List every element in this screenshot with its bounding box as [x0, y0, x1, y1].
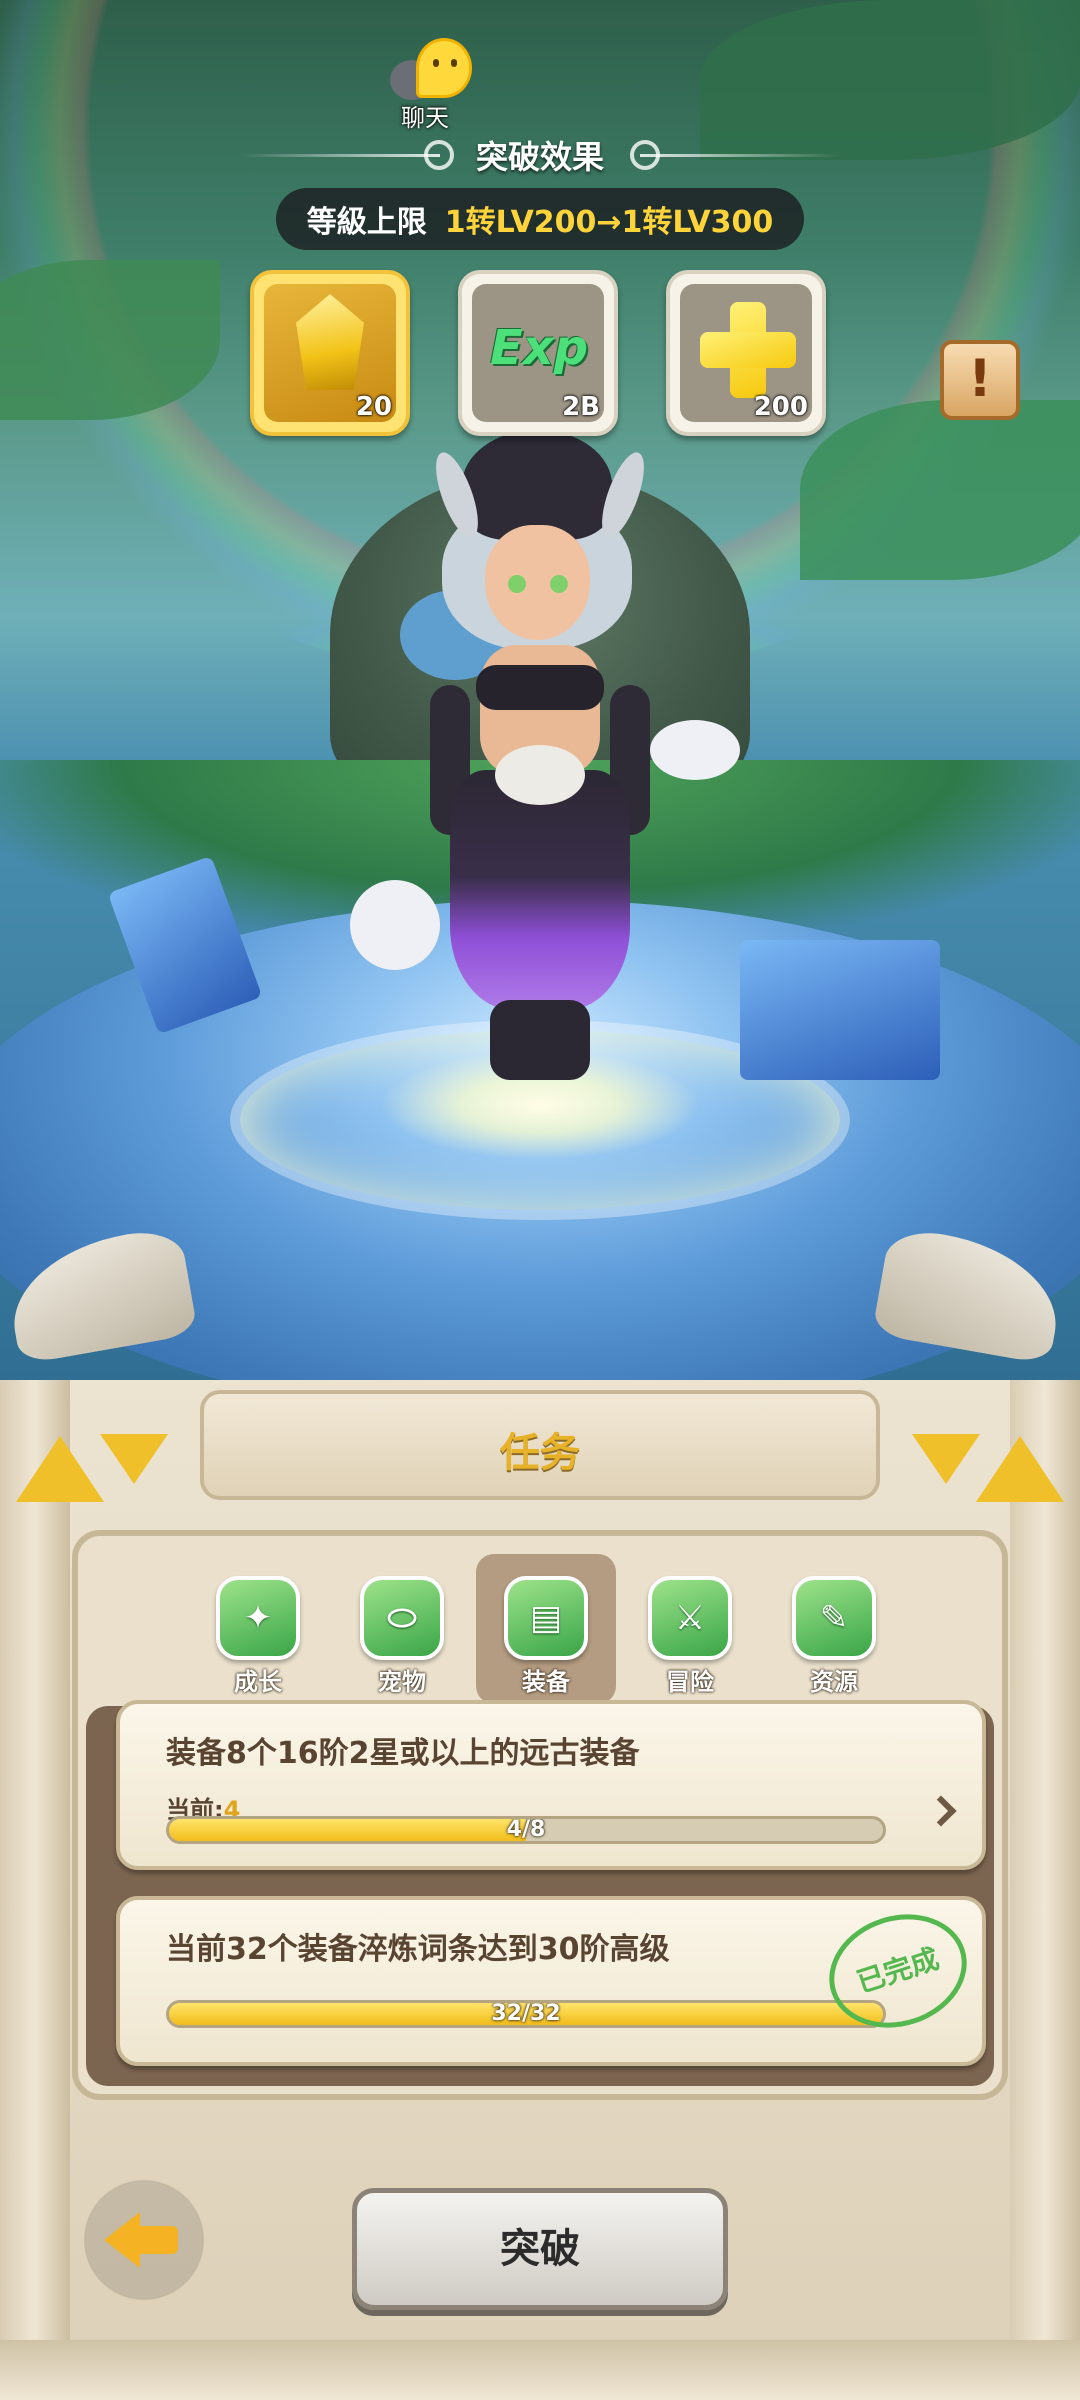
level-cap-value: 1转LV200→1转LV300 — [444, 205, 774, 240]
character-eye — [508, 575, 526, 593]
tab-resources[interactable]: ✎ 资源 — [764, 1554, 904, 1704]
tab-label: 装备 — [522, 1668, 570, 1696]
panel-pillar-right — [1010, 1380, 1080, 2400]
tab-label: 资源 — [810, 1668, 858, 1696]
bottom-frame — [0, 2340, 1080, 2400]
task-list: 装备8个16阶2星或以上的远古装备 当前:4 4/8 当前32个装备淬炼词条达到… — [86, 1700, 994, 2086]
progress-text: 4/8 — [506, 1817, 546, 1842]
reward-item[interactable]: 20 — [250, 270, 410, 436]
pet-icon: ⬭ — [360, 1576, 444, 1660]
reward-quantity: 20 — [355, 392, 392, 422]
tab-pet[interactable]: ⬭ 宠物 — [332, 1554, 472, 1704]
character-legs — [490, 1000, 590, 1080]
bone-mace — [350, 880, 440, 970]
chat-label: 聊天 — [401, 104, 449, 132]
player-character[interactable] — [350, 430, 740, 1090]
reward-list: 20 Exp 2B 200 — [250, 270, 830, 440]
tab-label: 成长 — [234, 1668, 282, 1696]
task-item[interactable]: 装备8个16阶2星或以上的远古装备 当前:4 4/8 — [116, 1700, 986, 1870]
crystal-monolith — [740, 940, 940, 1080]
tab-label: 冒险 — [666, 1668, 714, 1696]
foliage — [800, 400, 1080, 580]
reward-quantity: 200 — [753, 392, 808, 422]
level-cap-bar: 等級上限 1转LV200→1转LV300 — [276, 188, 804, 250]
character-helmet — [462, 430, 612, 540]
chat-smiley-icon — [416, 38, 472, 98]
reward-item[interactable]: Exp 2B — [458, 270, 618, 436]
exp-icon: Exp — [489, 320, 589, 376]
tab-adventure[interactable]: ⚔ 冒险 — [620, 1554, 760, 1704]
tab-growth[interactable]: ✦ 成长 — [188, 1554, 328, 1704]
character-face — [485, 525, 590, 640]
progress-text: 32/32 — [491, 2001, 561, 2026]
bone-icon: ✎ — [792, 1576, 876, 1660]
back-arrow-icon[interactable] — [104, 2212, 178, 2268]
level-cap-label: 等級上限 — [306, 205, 427, 240]
task-description: 当前32个装备淬炼词条达到30阶高级 — [166, 1932, 670, 1967]
equipment-icon: ▤ — [504, 1576, 588, 1660]
character-top — [476, 665, 604, 710]
reward-quantity: 2B — [562, 392, 600, 422]
task-tabs: ✦ 成长 ⬭ 宠物 ▤ 装备 ⚔ 冒险 ✎ 资源 — [78, 1554, 1002, 1704]
task-description: 装备8个16阶2星或以上的远古装备 — [166, 1736, 640, 1771]
bone-staff — [650, 720, 740, 780]
tab-equipment[interactable]: ▤ 装备 — [476, 1554, 616, 1704]
growth-icon: ✦ — [216, 1576, 300, 1660]
skull-belt — [495, 745, 585, 805]
tab-label: 宠物 — [378, 1668, 426, 1696]
title-divider-right — [640, 154, 840, 157]
task-tabs-area: ✦ 成长 ⬭ 宠物 ▤ 装备 ⚔ 冒险 ✎ 资源 装备8个16阶2星或以上的远古… — [72, 1530, 1008, 2100]
task-progress-bar: 32/32 — [166, 2000, 886, 2028]
gold-cross-icon — [700, 302, 796, 398]
character-skirt — [450, 770, 630, 1010]
breakthrough-button[interactable]: 突破 — [352, 2188, 728, 2310]
chat-button[interactable]: 聊天 — [380, 30, 472, 132]
exclamation-scroll-icon[interactable]: ! — [940, 340, 1020, 420]
task-item[interactable]: 当前32个装备淬炼词条达到30阶高级 32/32 已完成 — [116, 1896, 986, 2066]
reward-item[interactable]: 200 — [666, 270, 826, 436]
adventure-icon: ⚔ — [648, 1576, 732, 1660]
chevron-right-icon[interactable] — [925, 1795, 957, 1827]
character-eye — [550, 575, 568, 593]
breakthrough-effect-title: 突破效果 — [475, 138, 604, 176]
panel-title: 任务 — [500, 1430, 580, 1476]
panel-pillar-left — [0, 1380, 70, 2400]
task-progress-bar: 4/8 — [166, 1816, 886, 1844]
